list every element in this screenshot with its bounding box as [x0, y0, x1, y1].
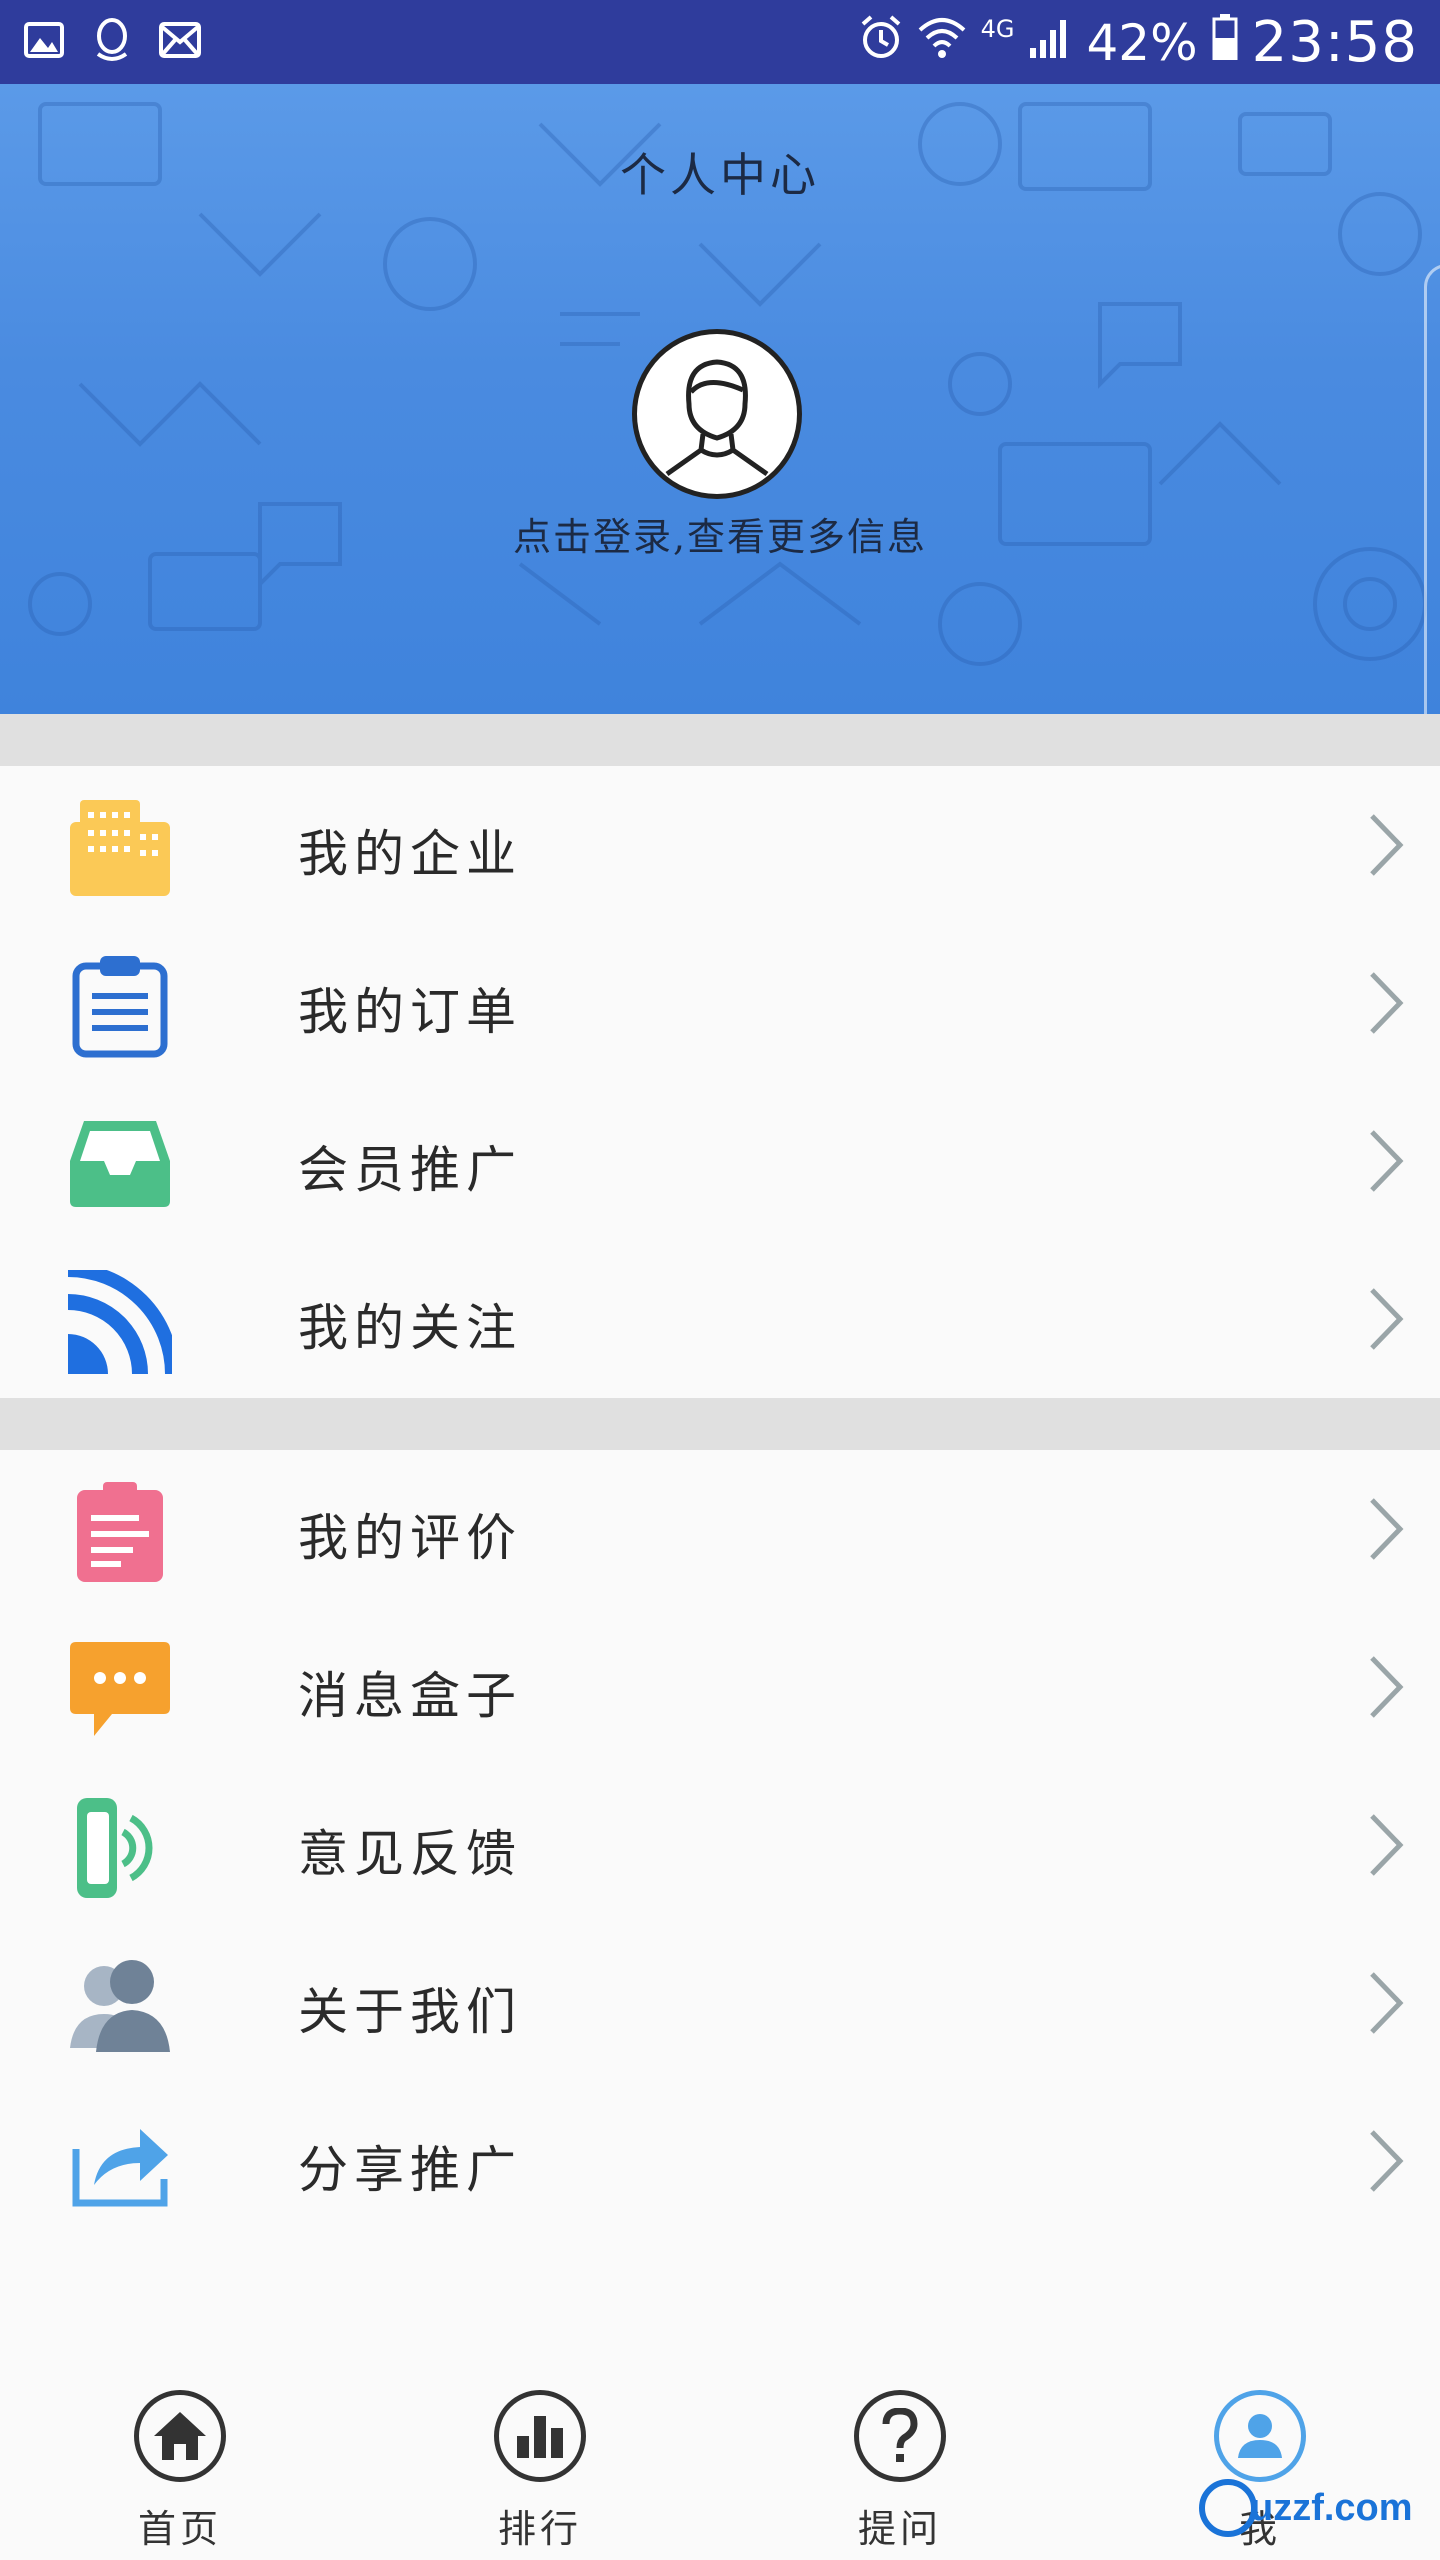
phone-feedback-icon — [68, 1796, 172, 1900]
section-divider — [0, 1398, 1440, 1450]
menu-item-label: 会员推广 — [298, 1141, 522, 1199]
menu-item-message-box[interactable]: 消息盒子 — [0, 1608, 1440, 1766]
page-title: 个人中心 — [620, 148, 820, 202]
menu-item-share-promotion[interactable]: 分享推广 — [0, 2082, 1440, 2240]
user-icon — [1214, 2390, 1306, 2482]
chevron-right-icon — [1370, 1288, 1404, 1350]
inbox-tray-icon — [68, 1112, 172, 1216]
nav-ask[interactable]: 提问 — [800, 2390, 1000, 2560]
chevron-right-icon — [1370, 814, 1404, 876]
menu-group-1: 我的企业 我的订单 会员推广 我的关注 — [0, 766, 1440, 1398]
nav-label: 提问 — [857, 2507, 942, 2551]
menu-item-label: 关于我们 — [298, 1983, 522, 2041]
nav-ranking[interactable]: 排行 — [440, 2390, 640, 2560]
menu-item-label: 我的订单 — [298, 983, 522, 1041]
clipboard-list-icon — [68, 954, 172, 1058]
mail-icon — [158, 18, 202, 62]
home-icon — [134, 2390, 226, 2482]
menu-item-my-reviews[interactable]: 我的评价 — [0, 1450, 1440, 1608]
menu-item-label: 我的评价 — [298, 1509, 522, 1567]
menu-item-about-us[interactable]: 关于我们 — [0, 1924, 1440, 2082]
menu-group-2: 我的评价 消息盒子 意见反馈 关于我们 分享推广 — [0, 1450, 1440, 2240]
bar-chart-icon — [494, 2390, 586, 2482]
signal-icon — [1028, 13, 1072, 73]
review-clipboard-icon — [68, 1480, 172, 1584]
avatar[interactable] — [632, 329, 802, 499]
chevron-right-icon — [1370, 1130, 1404, 1192]
menu-item-label: 我的企业 — [298, 825, 522, 883]
chat-bubble-icon — [68, 1638, 172, 1742]
chevron-right-icon — [1370, 1656, 1404, 1718]
rss-feed-icon — [68, 1270, 172, 1374]
chevron-right-icon — [1370, 1972, 1404, 2034]
question-icon — [854, 2390, 946, 2482]
menu-item-my-follows[interactable]: 我的关注 — [0, 1240, 1440, 1398]
building-icon — [68, 796, 172, 900]
nav-label: 排行 — [497, 2507, 582, 2551]
wifi-icon — [917, 13, 967, 73]
menu-item-label: 意见反馈 — [298, 1825, 522, 1883]
menu-item-member-promotion[interactable]: 会员推广 — [0, 1082, 1440, 1240]
chevron-right-icon — [1370, 2130, 1404, 2192]
nav-label: 首页 — [137, 2507, 222, 2551]
menu-item-label: 分享推广 — [298, 2141, 522, 2199]
clock: 23:58 — [1251, 10, 1418, 75]
nav-home[interactable]: 首页 — [80, 2390, 280, 2560]
network-type: 4G — [980, 14, 1015, 43]
edge-panel-handle[interactable] — [1424, 264, 1440, 714]
watermark-logo: uzzf.com — [1192, 2470, 1432, 2540]
login-prompt-link[interactable]: 点击登录,查看更多信息 — [0, 506, 1440, 561]
alarm-icon — [859, 13, 903, 73]
menu-item-label: 消息盒子 — [298, 1667, 522, 1725]
battery-icon — [1212, 13, 1238, 73]
qq-icon — [90, 18, 134, 62]
section-divider — [0, 714, 1440, 766]
menu-item-my-company[interactable]: 我的企业 — [0, 766, 1440, 924]
battery-percent: 42% — [1086, 13, 1198, 72]
menu-item-my-orders[interactable]: 我的订单 — [0, 924, 1440, 1082]
users-icon — [68, 1954, 172, 2058]
status-bar: 4G 42% 23:58 — [0, 0, 1440, 84]
share-icon — [68, 2112, 172, 2216]
default-avatar-icon — [665, 359, 769, 477]
image-icon — [22, 18, 66, 62]
chevron-right-icon — [1370, 1498, 1404, 1560]
chevron-right-icon — [1370, 1814, 1404, 1876]
svg-text:uzzf.com: uzzf.com — [1250, 2487, 1413, 2529]
menu-item-feedback[interactable]: 意见反馈 — [0, 1766, 1440, 1924]
menu-item-label: 我的关注 — [298, 1299, 522, 1357]
profile-header: 个人中心 点击登录,查看更多信息 — [0, 84, 1440, 714]
chevron-right-icon — [1370, 972, 1404, 1034]
